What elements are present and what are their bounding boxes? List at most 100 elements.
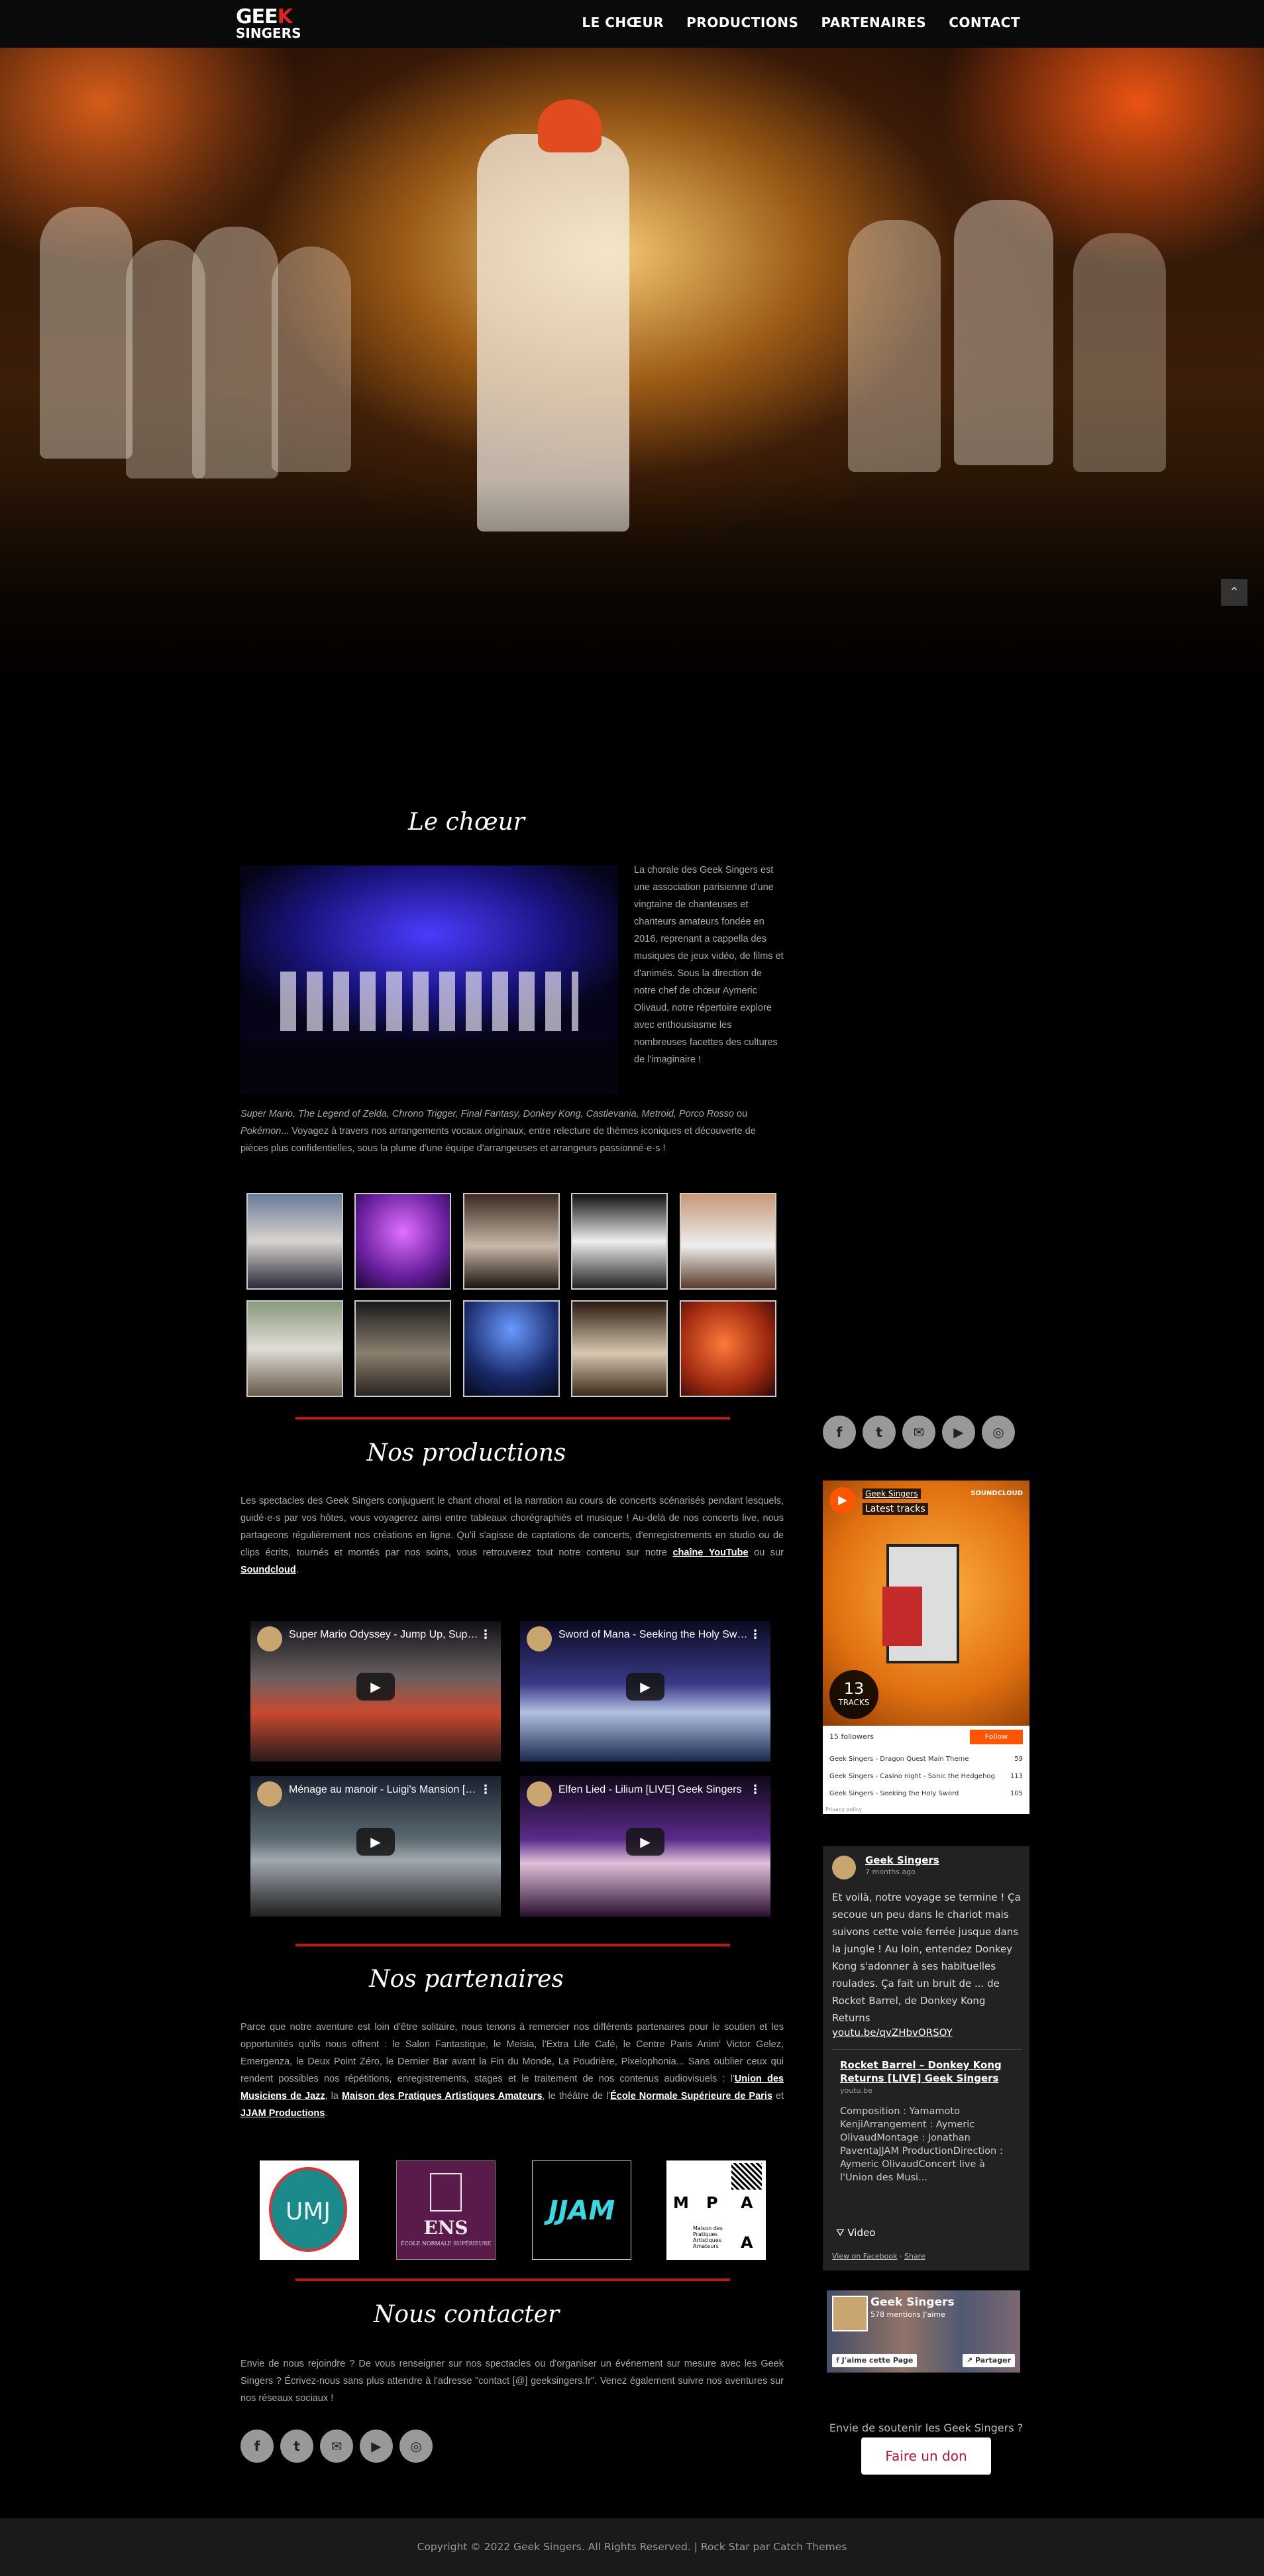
track-name[interactable]: Geek Singers - Seeking the Holy Sword [829,1785,959,1803]
video-icon: ⛛ [836,2227,848,2239]
nav-productions[interactable]: PRODUCTIONS [686,15,798,30]
gallery-thumb[interactable] [354,1193,451,1290]
fb-card-title[interactable]: Rocket Barrel – Donkey Kong Returns [LIV… [840,2058,1019,2085]
channel-avatar [257,1626,282,1652]
section-title-partenaires: Nos partenaires [369,1966,564,1993]
soundcloud-play-icon[interactable]: ▶ [829,1487,856,1514]
more-options-icon[interactable]: ⋮ [749,1628,761,1642]
view-on-facebook-link[interactable]: View on Facebook [832,2252,897,2261]
play-icon[interactable]: ▶ [356,1673,395,1701]
play-icon[interactable]: ▶ [356,1828,395,1856]
fb-share-label[interactable]: Partager [975,2356,1011,2365]
video-title[interactable]: Super Mario Odyssey - Jump Up, Super Sta… [289,1629,481,1641]
instagram-icon[interactable]: ◎ [982,1416,1015,1449]
fb-like-label[interactable]: J'aime cette Page [842,2356,914,2365]
fb-page-name[interactable]: Geek Singers [870,2296,955,2309]
fb-post-link[interactable]: youtu.be/qvZHbvORSOY [832,2027,953,2039]
scroll-top-button[interactable]: ⌃ [1221,579,1247,606]
fb-video-link[interactable]: ⛛ Video [836,2227,875,2239]
more-options-icon[interactable]: ⋮ [480,1783,492,1797]
fb-like-button[interactable]: f J'aime cette Page [832,2354,918,2367]
email-icon[interactable]: ✉ [320,2430,353,2463]
choeur-intro: La chorale des Geek Singers est une asso… [634,865,784,1065]
youtube-icon[interactable]: ▶ [360,2430,393,2463]
video-title[interactable]: Elfen Lied - Lilium [LIVE] Geek Singers [558,1784,751,1796]
gallery-thumb[interactable] [463,1193,560,1290]
twitter-icon[interactable]: t [280,2430,313,2463]
fb-page-avatar[interactable] [832,2296,868,2331]
facebook-icon[interactable]: f [240,2430,274,2463]
contact-text: Envie de nous rejoindre ? De vous rensei… [240,2359,784,2404]
productions-end: . [295,1565,299,1575]
fb-post-time[interactable]: 7 months ago [865,1868,916,1876]
track-row[interactable]: Geek Singers - Casino night - Sonic the … [829,1768,1023,1785]
gallery-thumb[interactable] [246,1300,343,1397]
partner-logo-umj[interactable]: UMJ [260,2160,359,2260]
link-jjam[interactable]: JJAM Productions [240,2108,325,2119]
follow-button[interactable]: Follow [970,1730,1023,1744]
conductor-figure [477,134,629,532]
soundcloud-user[interactable]: Geek Singers [863,1488,921,1499]
partner-logo-ens[interactable]: ENS ÉCOLE NORMALE SUPÉRIEURE [396,2160,496,2260]
partenaires-body: Parce que notre aventure est loin d'être… [240,2022,784,2084]
gallery-thumb[interactable] [463,1300,560,1397]
track-name[interactable]: Geek Singers - Dragon Quest Main Theme [829,1751,969,1768]
partner-logo-mpaa[interactable]: M P A A Maison des Pratiques Artistiques… [666,2160,766,2260]
more-options-icon[interactable]: ⋮ [480,1628,492,1642]
video-embed[interactable]: Elfen Lied - Lilium [LIVE] Geek Singers … [520,1776,770,1917]
umj-text: UMJ [269,2167,347,2252]
fb-share-button[interactable]: ↗ Partager [962,2354,1015,2367]
mpaa-subtext: Maison des Pratiques Artistiques Amateur… [693,2225,723,2249]
track-name[interactable]: Geek Singers - Casino night - Sonic the … [829,1768,995,1785]
chevron-up-icon: ⌃ [1229,585,1239,599]
mpaa-letter: M [673,2194,689,2212]
fb-video-label[interactable]: Video [847,2227,875,2239]
track-row[interactable]: Geek Singers - Seeking the Holy Sword 105 [829,1785,1023,1803]
gallery-thumb[interactable] [571,1193,668,1290]
gallery-thumb[interactable] [680,1300,776,1397]
gallery-thumb[interactable] [571,1300,668,1397]
link-mpaa[interactable]: Maison des Pratiques Artistiques Amateur… [342,2091,543,2101]
play-icon[interactable]: ▶ [626,1673,664,1701]
youtube-icon[interactable]: ▶ [942,1416,975,1449]
partenaires-text: Parce que notre aventure est loin d'être… [240,2019,784,2122]
video-embed[interactable]: Sword of Mana - Seeking the Holy Sword [… [520,1621,770,1762]
nav-choeur[interactable]: LE CHŒUR [582,15,664,30]
twitter-icon[interactable]: t [863,1416,896,1449]
fb-post-author[interactable]: Geek Singers [865,1854,939,1866]
instagram-icon[interactable]: ◎ [399,2430,433,2463]
donate-button[interactable]: Faire un don [861,2437,991,2475]
link-ens[interactable]: École Normale Supérieure de Paris [610,2091,772,2101]
donate-text: Envie de soutenir les Geek Singers ? [829,2422,1024,2434]
track-row[interactable]: Geek Singers - Dragon Quest Main Theme 59 [829,1751,1023,1768]
youtube-channel-link[interactable]: chaîne YouTube [672,1547,748,1558]
building-icon [430,2173,462,2212]
privacy-link[interactable]: Privacy policy [825,1807,862,1813]
fb-card-description: Composition : Yamamoto KenjiArrangement … [840,2106,1003,2183]
more-options-icon[interactable]: ⋮ [749,1783,761,1797]
video-title[interactable]: Sword of Mana - Seeking the Holy Sword [… [558,1629,751,1641]
qr-code [731,2163,762,2190]
facebook-icon[interactable]: f [823,1416,856,1449]
hero-image [0,48,1264,730]
nav-contact[interactable]: CONTACT [949,15,1020,30]
nav-partenaires[interactable]: PARTENAIRES [821,15,926,30]
soundcloud-link[interactable]: Soundcloud [240,1565,296,1575]
fb-page-likes: 578 mentions J'aime [870,2310,945,2319]
soundcloud-logo[interactable]: SOUNDCLOUD [971,1490,1023,1497]
gallery-thumb[interactable] [680,1193,776,1290]
track-count-badge: 13 TRACKS [829,1670,878,1719]
video-embed[interactable]: Ménage au manoir - Luigi's Mansion [LIVE… [250,1776,501,1917]
video-title[interactable]: Ménage au manoir - Luigi's Mansion [LIVE… [289,1784,481,1796]
play-icon[interactable]: ▶ [626,1828,664,1856]
track-plays: 59 [1014,1756,1023,1763]
track-plays: 105 [1010,1790,1023,1797]
fb-share-link[interactable]: Share [904,2252,925,2261]
video-embed[interactable]: Super Mario Odyssey - Jump Up, Super Sta… [250,1621,501,1762]
ens-text: ENS [423,2217,468,2239]
email-icon[interactable]: ✉ [902,1416,935,1449]
partner-logo-jjam[interactable]: JJAM [532,2160,631,2260]
site-logo[interactable]: GEEK SINGERS [236,7,301,42]
gallery-thumb[interactable] [354,1300,451,1397]
gallery-thumb[interactable] [246,1193,343,1290]
